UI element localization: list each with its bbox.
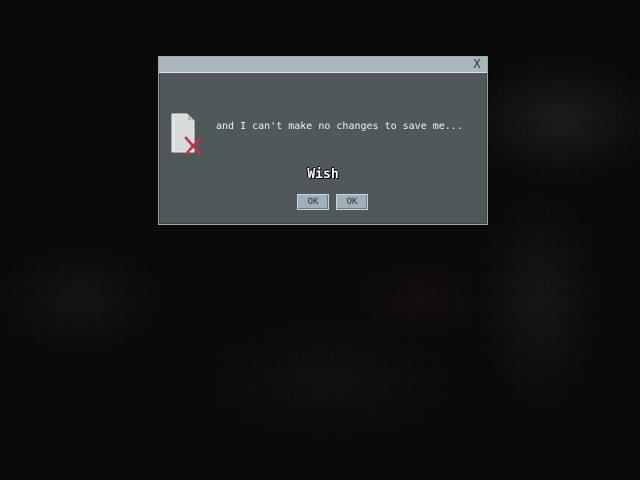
file-error-icon: [170, 112, 202, 156]
dialog-message: and I can't make no changes to save me..…: [216, 121, 463, 132]
ok-button-2[interactable]: OK: [336, 194, 368, 210]
dialog-titlebar[interactable]: X: [159, 57, 487, 73]
close-button[interactable]: X: [471, 57, 483, 72]
wish-label: Wish: [307, 167, 339, 182]
error-dialog: X and I can't make no changes to save me…: [158, 56, 488, 225]
dialog-buttons: OK OK: [297, 194, 368, 210]
ok-button-1[interactable]: OK: [297, 194, 329, 210]
